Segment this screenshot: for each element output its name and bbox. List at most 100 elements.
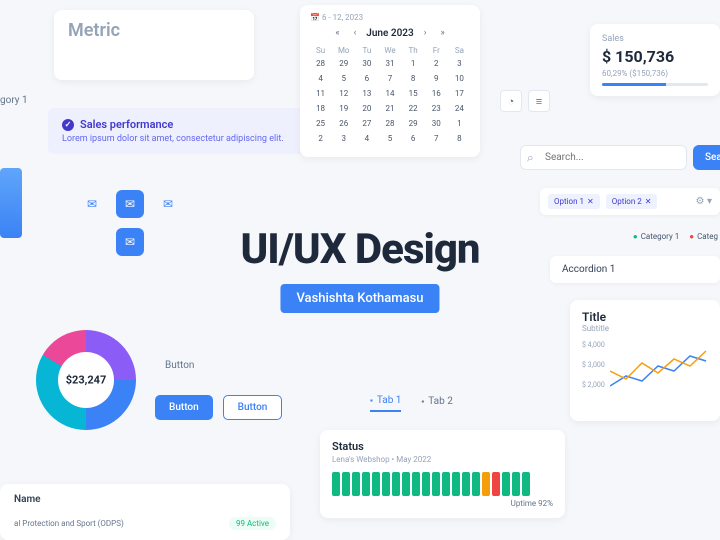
calendar-day[interactable]: 21 (379, 102, 400, 115)
calendar-day[interactable]: 3 (333, 132, 354, 145)
calendar-day[interactable]: 10 (449, 72, 470, 85)
calendar-day[interactable]: 13 (356, 87, 377, 100)
data-table: Name al Protection and Sport (ODPS) 99 A… (0, 484, 290, 540)
calendar-day[interactable]: 15 (403, 87, 424, 100)
calendar-day[interactable]: 29 (333, 57, 354, 70)
mail-icon[interactable]: ✉ (78, 190, 106, 218)
calendar-day[interactable]: 12 (333, 87, 354, 100)
table-header-name: Name (14, 494, 276, 505)
calendar-day[interactable]: 4 (356, 132, 377, 145)
calendar-next-month[interactable]: › (420, 26, 431, 40)
calendar-day[interactable]: 7 (379, 72, 400, 85)
sales-label: Sales (602, 34, 708, 44)
mail-icon[interactable]: ✉ (154, 190, 182, 218)
mail-icon[interactable]: ✉ (116, 190, 144, 218)
calendar-day[interactable]: 19 (333, 102, 354, 115)
tab-1[interactable]: Tab 1 (370, 395, 401, 412)
status-title: Status (332, 440, 553, 453)
calendar-day[interactable]: 3 (449, 57, 470, 70)
status-card: Status Lena's Webshop • May 2022 Uptime … (320, 430, 565, 518)
calendar-day[interactable]: 30 (356, 57, 377, 70)
hero-title: UI/UX Design (240, 225, 479, 274)
calendar-day[interactable]: 28 (310, 57, 331, 70)
calendar-day[interactable]: 8 (403, 72, 424, 85)
chip-option[interactable]: Option 2 ✕ (606, 194, 658, 209)
line-chart-title: Title (582, 310, 708, 324)
calendar-day[interactable]: 8 (449, 132, 470, 145)
tab-2[interactable]: Tab 2 (421, 395, 452, 412)
secondary-button[interactable]: Button (223, 395, 283, 420)
list-view-icon[interactable]: ≡ (528, 90, 550, 112)
calendar-day[interactable]: 4 (310, 72, 331, 85)
gear-icon[interactable]: ⚙ ▾ (696, 196, 712, 207)
uptime-label: Uptime 92% (332, 499, 553, 508)
calendar-day[interactable]: 5 (333, 72, 354, 85)
calendar-day[interactable]: 2 (426, 57, 447, 70)
calendar-day[interactable]: 23 (426, 102, 447, 115)
calendar-day[interactable]: 22 (403, 102, 424, 115)
view-toggle: ◔ ≡ (500, 90, 550, 112)
calendar-next-year[interactable]: » (436, 26, 448, 40)
search-bar: Search (520, 145, 720, 170)
category-label: gory 1 (0, 95, 28, 106)
uptime-chart (332, 472, 553, 496)
accordion-item[interactable]: Accordion 1 (550, 256, 720, 283)
calendar-day[interactable]: 2 (310, 132, 331, 145)
calendar[interactable]: 📅 6 - 12, 2023 « ‹ June 2023 › » SuMoTuW… (300, 5, 480, 157)
calendar-day[interactable]: 1 (449, 117, 470, 130)
calendar-month-title: June 2023 (366, 28, 413, 39)
calendar-day[interactable]: 9 (426, 72, 447, 85)
calendar-day[interactable]: 20 (356, 102, 377, 115)
calendar-day[interactable]: 6 (356, 72, 377, 85)
calendar-prev-year[interactable]: « (331, 26, 343, 40)
pie-view-icon[interactable]: ◔ (500, 90, 522, 112)
calendar-day[interactable]: 17 (449, 87, 470, 100)
calendar-day[interactable]: 31 (379, 57, 400, 70)
hero: UI/UX Design Vashishta Kothamasu (240, 225, 479, 313)
chip-select[interactable]: Option 1 ✕ Option 2 ✕ ⚙ ▾ (540, 188, 720, 215)
sales-sub: 60,29% ($150,736) (602, 69, 708, 78)
calendar-prev-month[interactable]: ‹ (350, 26, 361, 40)
calendar-day[interactable]: 24 (449, 102, 470, 115)
author-badge: Vashishta Kothamasu (280, 284, 439, 313)
legend-item: Categ (689, 232, 718, 241)
calendar-day[interactable]: 5 (379, 132, 400, 145)
calendar-day[interactable]: 7 (426, 132, 447, 145)
metric-card: Metric (54, 10, 254, 80)
search-button[interactable]: Search (693, 145, 720, 170)
status-subtitle: Lena's Webshop • May 2022 (332, 455, 553, 464)
calendar-day[interactable]: 25 (310, 117, 331, 130)
primary-button[interactable]: Button (155, 395, 213, 420)
legend-item: Category 1 (633, 232, 679, 241)
calendar-day[interactable]: 18 (310, 102, 331, 115)
mail-icon[interactable]: ✉ (116, 228, 144, 256)
calendar-day[interactable]: 27 (356, 117, 377, 130)
sales-progress-bar (602, 83, 708, 86)
chip-option[interactable]: Option 1 ✕ (548, 194, 600, 209)
tabs: Tab 1 Tab 2 (370, 395, 453, 412)
calendar-day[interactable]: 29 (403, 117, 424, 130)
sales-value: $ 150,736 (602, 47, 708, 66)
metric-label: Metric (68, 20, 240, 41)
table-row[interactable]: al Protection and Sport (ODPS) 99 Active (14, 517, 276, 530)
line-chart-card: Title Subtitle $ 4,000$ 3,000$ 2,000 (570, 300, 720, 421)
donut-value: $23,247 (66, 374, 107, 387)
calendar-day[interactable]: 11 (310, 87, 331, 100)
calendar-date-range: 📅 6 - 12, 2023 (310, 13, 470, 22)
search-input[interactable] (520, 145, 687, 170)
calendar-day[interactable]: 14 (379, 87, 400, 100)
calendar-day[interactable]: 6 (403, 132, 424, 145)
donut-chart: $23,247 (36, 330, 136, 430)
chart-legend: Category 1 Categ (633, 232, 718, 241)
blue-bar-chart-fragment (0, 168, 22, 238)
calendar-day[interactable]: 1 (403, 57, 424, 70)
calendar-day[interactable]: 30 (426, 117, 447, 130)
calendar-day[interactable]: 16 (426, 87, 447, 100)
sales-card: Sales $ 150,736 60,29% ($150,736) (590, 24, 720, 96)
calendar-day[interactable]: 28 (379, 117, 400, 130)
calendar-day[interactable]: 26 (333, 117, 354, 130)
button-row: Button Button (155, 395, 282, 420)
mail-icon-grid: ✉ ✉ ✉ ✉ (78, 190, 182, 256)
status-badge: 99 Active (229, 517, 276, 530)
line-chart-subtitle: Subtitle (582, 324, 708, 333)
